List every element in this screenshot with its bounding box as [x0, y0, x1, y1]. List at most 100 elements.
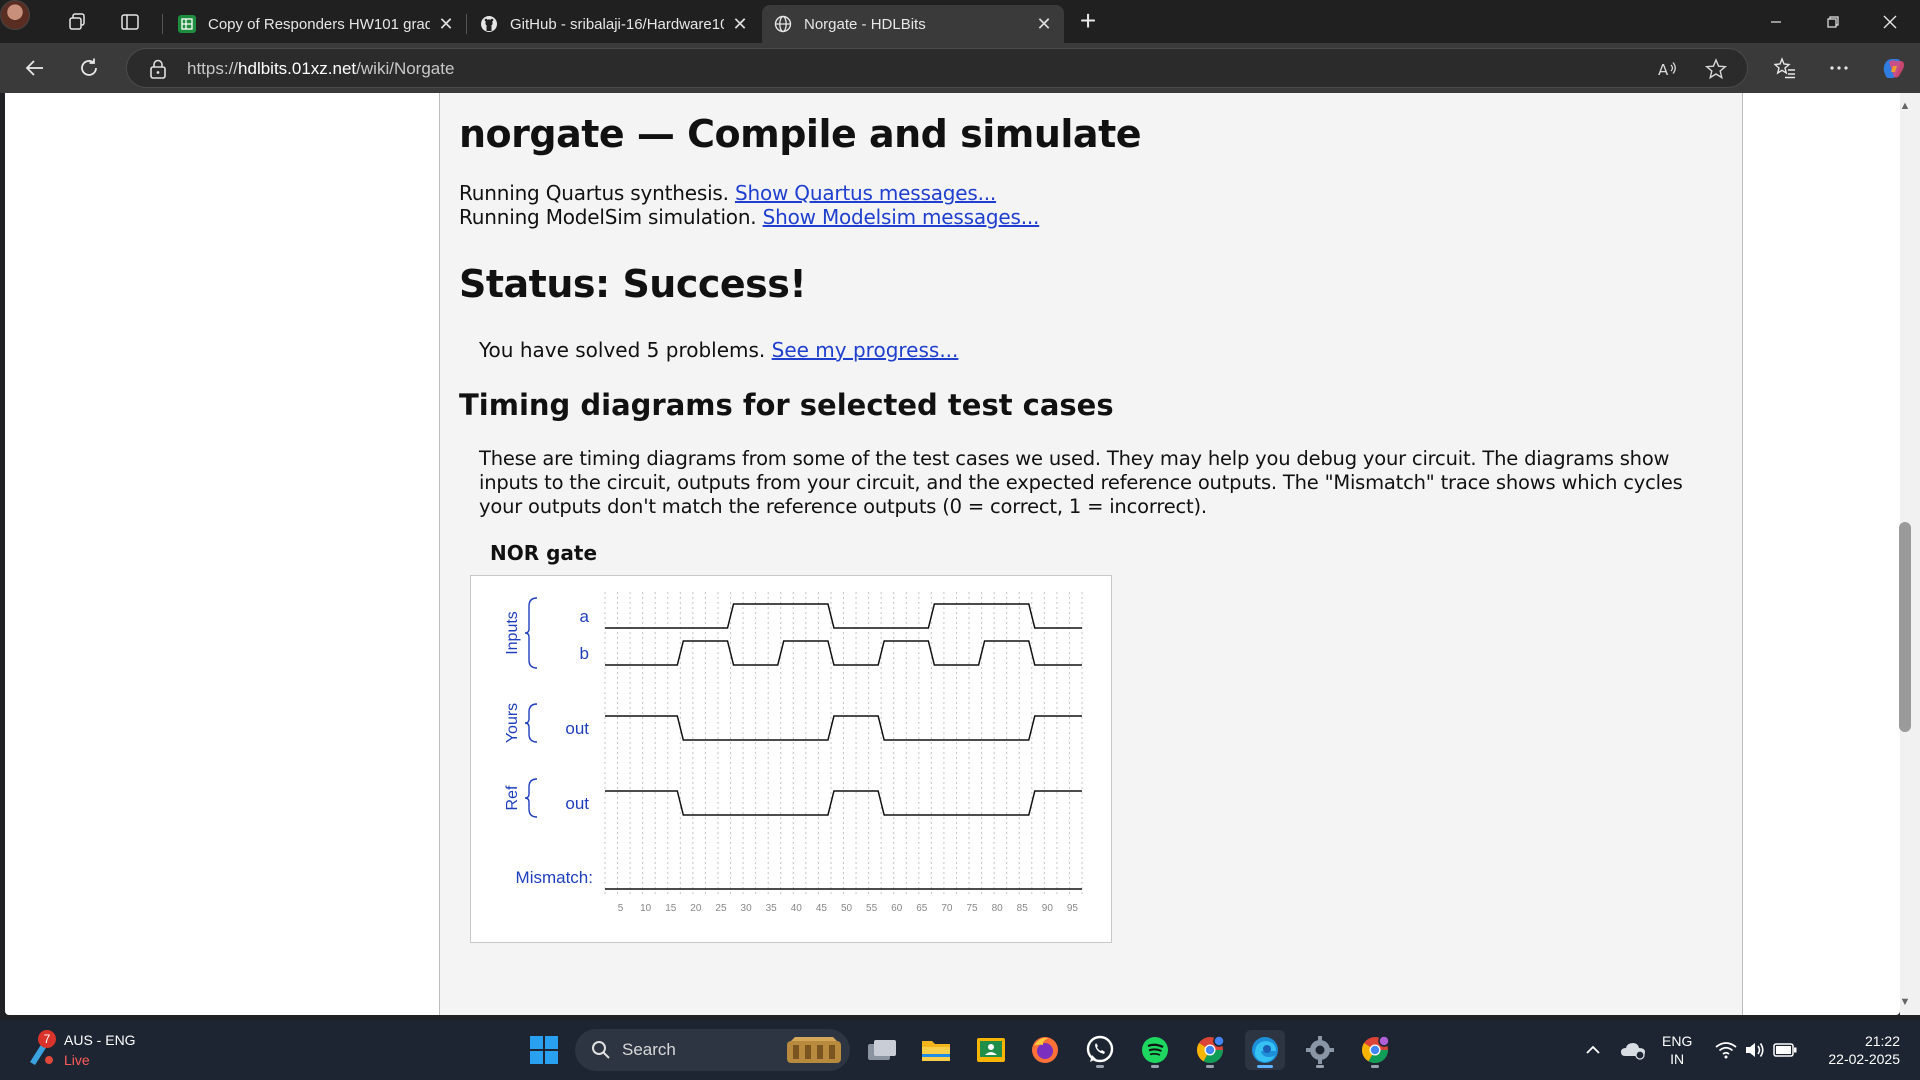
globe-icon — [774, 15, 792, 33]
taskbar-search[interactable]: Search — [575, 1029, 850, 1071]
x-tick-label: 85 — [1017, 903, 1029, 914]
signal-label: out — [565, 719, 589, 738]
timing-diagram: Inputs Yours Ref a b out out Mismatch: 5 10 15 20 25… — [470, 575, 1112, 943]
tab-title: Copy of Responders HW101 grad — [208, 15, 430, 33]
group-bracket — [524, 597, 538, 669]
x-tick-label: 60 — [891, 903, 903, 914]
close-icon[interactable]: ✕ — [434, 12, 458, 36]
onedrive-icon[interactable] — [1613, 1030, 1653, 1070]
taskbar: 7 AUS - ENG Live Search ENG IN 21:22 22-… — [0, 1020, 1920, 1080]
group-bracket — [524, 703, 538, 743]
x-tick-label: 80 — [992, 903, 1004, 914]
url-text[interactable]: https://hdlbits.01xz.net/wiki/Norgate — [187, 59, 454, 79]
search-icon — [592, 1041, 610, 1059]
group-bracket — [524, 778, 538, 818]
firefox-icon[interactable] — [1025, 1030, 1065, 1070]
timing-description: These are timing diagrams from some of t… — [479, 447, 1683, 518]
restore-button[interactable] — [1805, 0, 1861, 43]
x-tick-label: 95 — [1067, 903, 1079, 914]
favorite-star-icon[interactable] — [1703, 57, 1729, 81]
whatsapp-icon[interactable] — [1080, 1030, 1120, 1070]
see-my-progress-link[interactable]: See my progress... — [772, 338, 959, 362]
start-button[interactable] — [524, 1030, 564, 1070]
timing-diagram-svg: Inputs Yours Ref ab out out Mismatch: 5 10 15 20 25… — [504, 592, 1083, 914]
copilot-icon[interactable] — [1876, 52, 1910, 84]
search-label: Search — [622, 1040, 676, 1059]
quartus-line: Running Quartus synthesis. Show Quartus … — [459, 181, 996, 205]
signal-label: out — [565, 794, 589, 813]
spotify-icon[interactable] — [1135, 1030, 1175, 1070]
signal-label: Mismatch: — [516, 868, 593, 887]
file-explorer-icon[interactable] — [916, 1030, 956, 1070]
status-heading: Status: Success! — [459, 262, 807, 306]
chevron-up-icon[interactable] — [1573, 1030, 1613, 1070]
windows-icon — [530, 1036, 558, 1064]
x-tick-label: 35 — [766, 903, 778, 914]
sheets-icon — [178, 15, 196, 33]
tab-norgate[interactable]: Norgate - HDLBits ✕ — [762, 5, 1064, 43]
google-classroom-icon[interactable] — [971, 1030, 1011, 1070]
x-tick-label: 50 — [841, 903, 853, 914]
x-tick-label: 5 — [618, 903, 624, 914]
refresh-button[interactable] — [72, 52, 106, 84]
tab-title: GitHub - sribalaji-16/Hardware10 — [510, 15, 724, 33]
weather-badge: 7 — [38, 1030, 56, 1048]
x-tick-label: 90 — [1042, 903, 1054, 914]
scroll-thumb[interactable] — [1899, 522, 1911, 732]
x-tick-label: 65 — [916, 903, 928, 914]
x-tick-label: 15 — [665, 903, 677, 914]
settings-gear-icon[interactable] — [1300, 1030, 1340, 1070]
signal-label: b — [580, 644, 589, 663]
svg-text:A: A — [1658, 61, 1669, 79]
chrome-icon[interactable] — [1190, 1030, 1230, 1070]
battery-icon[interactable] — [1765, 1030, 1805, 1070]
x-tick-label: 25 — [715, 903, 727, 914]
modelsim-text: Running ModelSim simulation. — [459, 205, 757, 229]
read-aloud-icon[interactable]: A — [1655, 57, 1681, 81]
github-icon — [480, 15, 498, 33]
scroll-up-arrow-icon[interactable]: ▲ — [1898, 100, 1912, 112]
minimize-button[interactable] — [1748, 0, 1804, 43]
show-modelsim-messages-link[interactable]: Show Modelsim messages... — [763, 205, 1040, 229]
more-menu-icon[interactable] — [1822, 52, 1856, 84]
group-label: Inputs — [504, 611, 521, 655]
browser-tab-bar: Copy of Responders HW101 grad ✕ GitHub -… — [0, 0, 1920, 43]
tab-sheets[interactable]: Copy of Responders HW101 grad ✕ — [166, 5, 466, 43]
x-tick-label: 20 — [690, 903, 702, 914]
signal-label: a — [580, 607, 590, 626]
tab-github[interactable]: GitHub - sribalaji-16/Hardware10 ✕ — [468, 5, 760, 43]
edge-icon[interactable] — [1245, 1030, 1285, 1070]
refresh-icon — [81, 58, 97, 76]
browser-toolbar: https://hdlbits.01xz.net/wiki/Norgate A — [0, 43, 1920, 93]
x-tick-label: 45 — [816, 903, 828, 914]
weather-widget[interactable]: 7 — [22, 1030, 58, 1068]
back-arrow-icon — [25, 60, 43, 76]
language-indicator[interactable]: ENG IN — [1662, 1032, 1692, 1068]
search-highlight-icon — [787, 1037, 841, 1063]
lock-icon[interactable] — [149, 59, 167, 79]
favorites-icon[interactable] — [1768, 52, 1802, 84]
timing-heading: Timing diagrams for selected test cases — [459, 388, 1114, 422]
back-button[interactable] — [18, 52, 52, 84]
modelsim-line: Running ModelSim simulation. Show Models… — [459, 205, 1039, 229]
address-bar[interactable]: https://hdlbits.01xz.net/wiki/Norgate A — [126, 48, 1748, 88]
tab-title: Norgate - HDLBits — [804, 15, 926, 33]
show-quartus-messages-link[interactable]: Show Quartus messages... — [735, 181, 996, 205]
chrome-profile-icon[interactable] — [1355, 1030, 1395, 1070]
quartus-text: Running Quartus synthesis. — [459, 181, 729, 205]
profile-avatar[interactable] — [0, 0, 30, 30]
close-icon[interactable]: ✕ — [1032, 12, 1056, 36]
clock[interactable]: 21:22 22-02-2025 — [1820, 1032, 1900, 1068]
page-title: norgate — Compile and simulate — [459, 112, 1142, 156]
task-view-icon[interactable] — [862, 1030, 902, 1070]
x-tick-label: 75 — [966, 903, 978, 914]
weather-title[interactable]: AUS - ENG — [64, 1031, 136, 1049]
weather-sub: Live — [64, 1052, 90, 1068]
new-tab-button[interactable]: + — [1072, 6, 1104, 38]
scroll-down-arrow-icon[interactable]: ▼ — [1898, 996, 1912, 1008]
vertical-tabs-icon[interactable] — [115, 7, 145, 37]
workspaces-icon[interactable] — [62, 7, 92, 37]
group-label: Ref — [504, 785, 521, 810]
close-icon[interactable]: ✕ — [728, 12, 752, 36]
close-window-button[interactable] — [1862, 0, 1918, 43]
